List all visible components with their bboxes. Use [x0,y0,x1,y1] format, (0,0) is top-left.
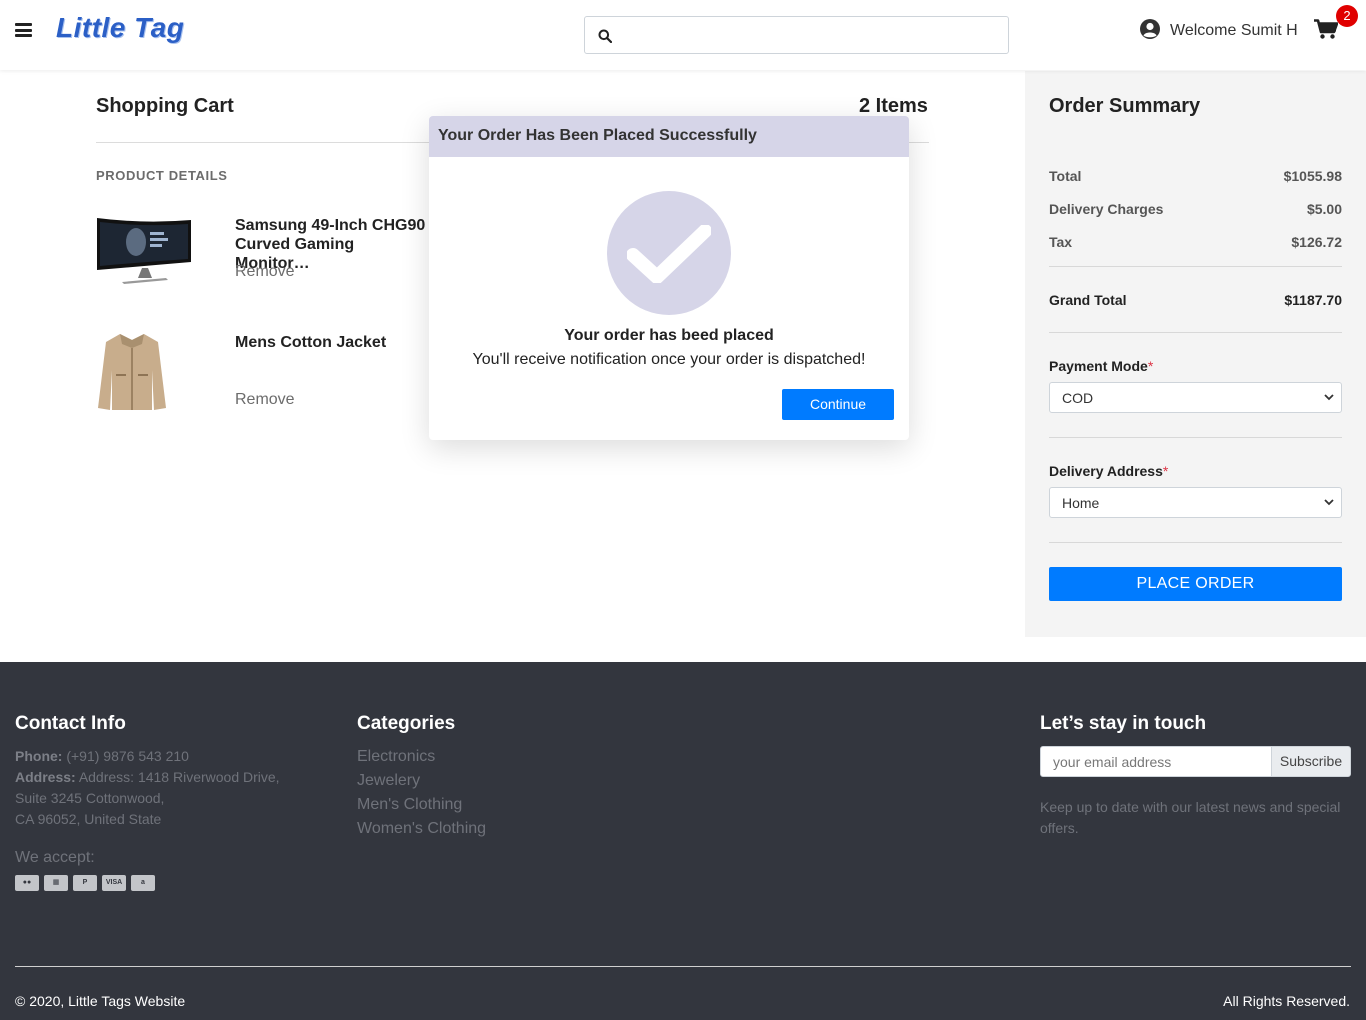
newsletter-title: Let’s stay in touch [1040,713,1207,734]
cart-title: Shopping Cart [96,95,234,117]
modal-sub-message: You'll receive notification once your or… [472,351,866,368]
search-icon [598,29,612,43]
summary-delivery-row: Delivery Charges $5.00 [1049,201,1342,217]
cart-items-count: 2 Items [859,95,928,117]
contact-info-title: Contact Info [15,713,126,734]
visa-icon: VISA [102,875,126,891]
order-summary-title: Order Summary [1049,95,1201,117]
product-image-monitor[interactable] [96,214,192,284]
product-details-header: PRODUCT DETAILS [96,168,228,183]
grand-total-value: $1187.70 [1284,292,1342,308]
place-order-button[interactable]: PLACE ORDER [1049,567,1342,601]
search-input[interactable] [621,21,1001,49]
delivery-address-select[interactable]: Home [1049,487,1342,518]
welcome-text: Welcome Sumit H [1170,22,1298,39]
we-accept-label: We accept: [15,849,95,866]
modal-title: Your Order Has Been Placed Successfully [429,116,909,157]
required-mark: * [1162,463,1169,479]
divider [1049,266,1342,267]
modal-message: Your order has beed placed [564,327,774,344]
rights-text: All Rights Reserved. [1223,993,1350,1009]
address-label: Address: [15,769,76,785]
newsletter-email-input[interactable]: your email address [1040,746,1272,777]
summary-tax-value: $126.72 [1291,234,1342,250]
category-link-mens-clothing[interactable]: Men's Clothing [357,796,462,814]
remove-item-button[interactable]: Remove [235,263,295,281]
payment-mode-value: COD [1062,390,1094,406]
order-summary-panel [1025,71,1366,637]
summary-delivery-value: $5.00 [1306,201,1342,217]
phone-value: (+91) 9876 543 210 [66,748,189,764]
divider [1049,542,1342,543]
summary-delivery-label: Delivery Charges [1049,201,1164,217]
subscribe-button[interactable]: Subscribe [1271,746,1351,777]
search-box[interactable] [584,16,1009,54]
category-link-jewelery[interactable]: Jewelery [357,772,420,790]
chevron-down-icon [1324,394,1334,401]
remove-item-button[interactable]: Remove [235,391,295,409]
shopping-cart-icon[interactable] [1314,19,1338,39]
category-link-electronics[interactable]: Electronics [357,748,435,766]
checkmark-icon [627,225,711,283]
payment-methods: ●● ▦ P VISA a [15,875,160,893]
product-image-jacket[interactable] [96,330,168,412]
phone-label: Phone: [15,748,63,764]
categories-title: Categories [357,713,456,734]
payment-mode-label: Payment Mode* [1049,358,1153,374]
check-circle-icon [607,191,731,315]
amazon-pay-icon: a [131,875,155,891]
payment-mode-label-text: Payment Mode [1049,358,1148,374]
summary-tax-row: Tax $126.72 [1049,234,1342,250]
address-line-1: Address: 1418 Riverwood Drive, [78,769,280,785]
site-logo[interactable]: Little Tag [56,12,184,44]
summary-total-value: $1055.98 [1283,168,1342,184]
user-avatar-icon[interactable] [1139,18,1161,40]
chevron-down-icon [1324,499,1334,506]
continue-button[interactable]: Continue [782,389,894,420]
delivery-address-label-text: Delivery Address [1049,463,1163,479]
contact-phone: Phone: (+91) 9876 543 210 [15,746,189,767]
summary-tax-label: Tax [1049,234,1073,250]
cart-count-badge: 2 [1336,5,1358,27]
payment-mode-select[interactable]: COD [1049,382,1342,413]
grand-total-label: Grand Total [1049,292,1127,308]
order-success-modal: Your Order Has Been Placed Successfully … [429,116,909,440]
contact-address: Address: Address: 1418 Riverwood Drive, … [15,767,280,830]
divider [1049,332,1342,333]
newsletter-text: Keep up to date with our latest news and… [1040,799,1341,836]
footer-divider [15,966,1351,967]
copyright-text: © 2020, Little Tags Website [15,993,186,1009]
summary-total-row: Total $1055.98 [1049,168,1342,184]
jcb-icon: ▦ [44,875,68,891]
summary-total-label: Total [1049,168,1082,184]
top-navbar: Little Tag Welcome Sumit H 2 [0,0,1366,70]
address-line-3: CA 96052, United State [15,811,162,827]
summary-grand-total-row: Grand Total $1187.70 [1049,292,1342,308]
required-mark: * [1147,358,1154,374]
delivery-address-label: Delivery Address* [1049,463,1168,479]
address-line-2: Suite 3245 Cottonwood, [15,790,165,806]
product-name[interactable]: Mens Cotton Jacket [235,333,430,352]
category-link-womens-clothing[interactable]: Women's Clothing [357,820,486,838]
mastercard-icon: ●● [15,875,39,891]
paypal-icon: P [73,875,97,891]
divider [1049,437,1342,438]
hamburger-menu-icon[interactable] [15,23,32,37]
delivery-address-value: Home [1062,495,1100,511]
